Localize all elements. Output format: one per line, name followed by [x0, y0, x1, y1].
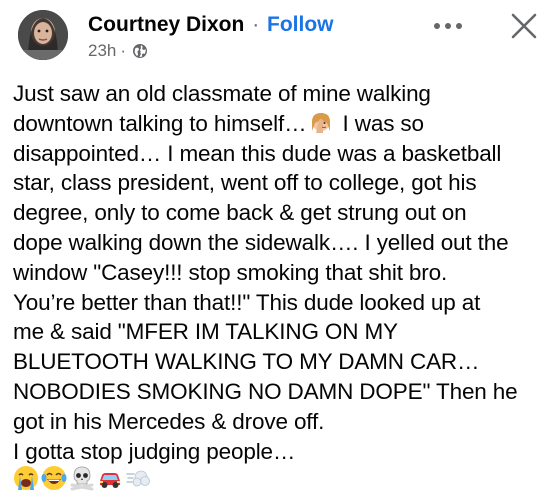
more-options-button[interactable] — [428, 14, 468, 38]
post-text-line: window "Casey!!! stop smoking that shit … — [13, 259, 448, 285]
close-icon — [511, 13, 537, 39]
post-text-line: downtown talking to himself… I was so — [13, 109, 545, 139]
more-options-icon — [434, 23, 462, 29]
skull-and-crossbones-emoji — [70, 466, 94, 491]
name-separator: · — [252, 13, 260, 36]
post-text-line: Just saw an old classmate of mine walkin… — [13, 81, 431, 106]
post-text-line: I gotta stop judging people… — [13, 438, 296, 464]
meta-separator: · — [120, 41, 127, 60]
follow-button[interactable]: Follow — [267, 13, 334, 36]
post-card: Courtney Dixon · Follow 23h · Just saw a… — [0, 0, 552, 500]
post-timestamp[interactable]: 23h — [88, 40, 116, 62]
dashing-away-emoji — [126, 470, 150, 487]
post-meta: 23h · — [88, 40, 148, 62]
post-text-line: disappointed… I mean this dude was a bas… — [13, 140, 502, 166]
post-text-line: me & said "MFER IM TALKING ON MY — [13, 319, 398, 345]
face-with-tears-of-joy-emoji — [41, 466, 67, 490]
author-line: Courtney Dixon · Follow — [88, 12, 334, 38]
post-header: Courtney Dixon · Follow 23h · — [12, 6, 540, 66]
avatar-image — [18, 10, 68, 60]
author-avatar[interactable] — [18, 10, 68, 60]
globe-icon[interactable] — [132, 43, 148, 59]
post-text-line: You’re better than that!!" This dude loo… — [13, 289, 481, 315]
post-text-segment: I was so — [336, 110, 424, 136]
emoji-row — [13, 463, 151, 493]
close-button[interactable] — [506, 8, 542, 44]
post-body: Just saw an old classmate of mine walkin… — [13, 79, 545, 466]
post-text-segment: downtown talking to himself… — [13, 110, 307, 136]
post-text-line: dope walking down the sidewalk…. I yelle… — [13, 229, 509, 255]
woman-facepalming-emoji — [312, 112, 331, 133]
red-car-emoji — [100, 473, 120, 488]
loudly-crying-face-emoji — [14, 466, 38, 490]
post-text-line: degree, only to come back & get strung o… — [13, 200, 467, 226]
post-text-line: star, class president, went off to colle… — [13, 170, 477, 196]
post-text-line: BLUETOOTH WALKING TO MY DAMN CAR… — [13, 349, 480, 375]
post-text-line: NOBODIES SMOKING NO DAMN DOPE" Then he — [13, 378, 518, 404]
post-text-line: got in his Mercedes & drove off. — [13, 408, 325, 434]
author-name[interactable]: Courtney Dixon — [88, 13, 244, 36]
